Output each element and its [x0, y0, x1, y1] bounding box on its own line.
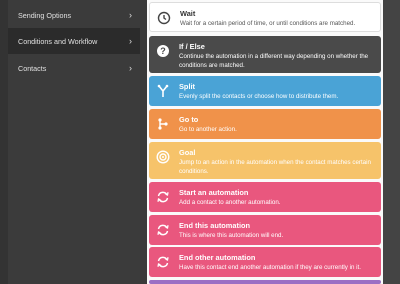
action-title: Start an automation [179, 188, 249, 197]
question-icon: ? [155, 43, 171, 59]
sidebar-item-label: Sending Options [18, 10, 72, 20]
action-description: Add a contact to another automation. [179, 199, 281, 206]
sidebar-edge [0, 0, 8, 284]
action-title: Go to [179, 115, 199, 124]
action-title: Wait [180, 9, 196, 18]
action-title: End other automation [179, 253, 256, 262]
action-title: Goal [179, 148, 196, 157]
cycle-icon [155, 254, 171, 270]
sidebar-item-contacts[interactable]: Contacts › [8, 55, 140, 81]
action-card-partial[interactable] [149, 280, 381, 284]
actions-panel: Wait Wait for a certain period of time, … [147, 0, 383, 284]
cycle-icon [155, 222, 171, 238]
cycle-icon [155, 189, 171, 205]
chevron-right-icon: › [129, 35, 132, 46]
action-title: End this automation [179, 221, 251, 230]
svg-text:?: ? [160, 46, 166, 56]
action-card-split[interactable]: Split Evenly split the contacts or choos… [149, 76, 381, 106]
sidebar-item-label: Conditions and Workflow [18, 36, 98, 46]
action-card-wait[interactable]: Wait Wait for a certain period of time, … [149, 2, 381, 32]
chevron-right-icon: › [129, 62, 132, 73]
action-description: Evenly split the contacts or choose how … [179, 93, 339, 100]
action-card-end-other-automation[interactable]: End other automation Have this contact e… [149, 247, 381, 277]
goto-icon [155, 116, 171, 132]
action-card-end-this-automation[interactable]: End this automation This is where this a… [149, 215, 381, 245]
action-card-go-to[interactable]: Go to Go to another action. [149, 109, 381, 139]
action-title: Split [179, 82, 196, 91]
action-card-if-else[interactable]: ? If / Else Continue the automation in a… [149, 36, 381, 73]
action-description: This is where this automation will end. [179, 232, 284, 239]
chevron-right-icon: › [129, 9, 132, 20]
action-description: Go to another action. [179, 126, 237, 133]
action-description: Jump to an action in the automation when… [179, 159, 371, 175]
clock-icon [156, 10, 172, 26]
action-card-goal[interactable]: Goal Jump to an action in the automation… [149, 142, 381, 179]
scroll-area [383, 0, 400, 284]
panel-divider [140, 0, 147, 284]
sidebar-item-sending-options[interactable]: Sending Options › [8, 2, 140, 28]
action-description: Continue the automation in a different w… [179, 53, 369, 69]
action-title: If / Else [179, 42, 205, 51]
sidebar-item-conditions-and-workflow[interactable]: Conditions and Workflow › [8, 28, 140, 54]
split-icon [155, 83, 171, 99]
goal-icon [155, 149, 171, 165]
action-card-start-automation[interactable]: Start an automation Add a contact to ano… [149, 182, 381, 212]
sidebar-item-label: Contacts [18, 63, 47, 73]
action-description: Have this contact end another automation… [179, 264, 361, 271]
action-description: Wait for a certain period of time, or un… [180, 20, 356, 27]
